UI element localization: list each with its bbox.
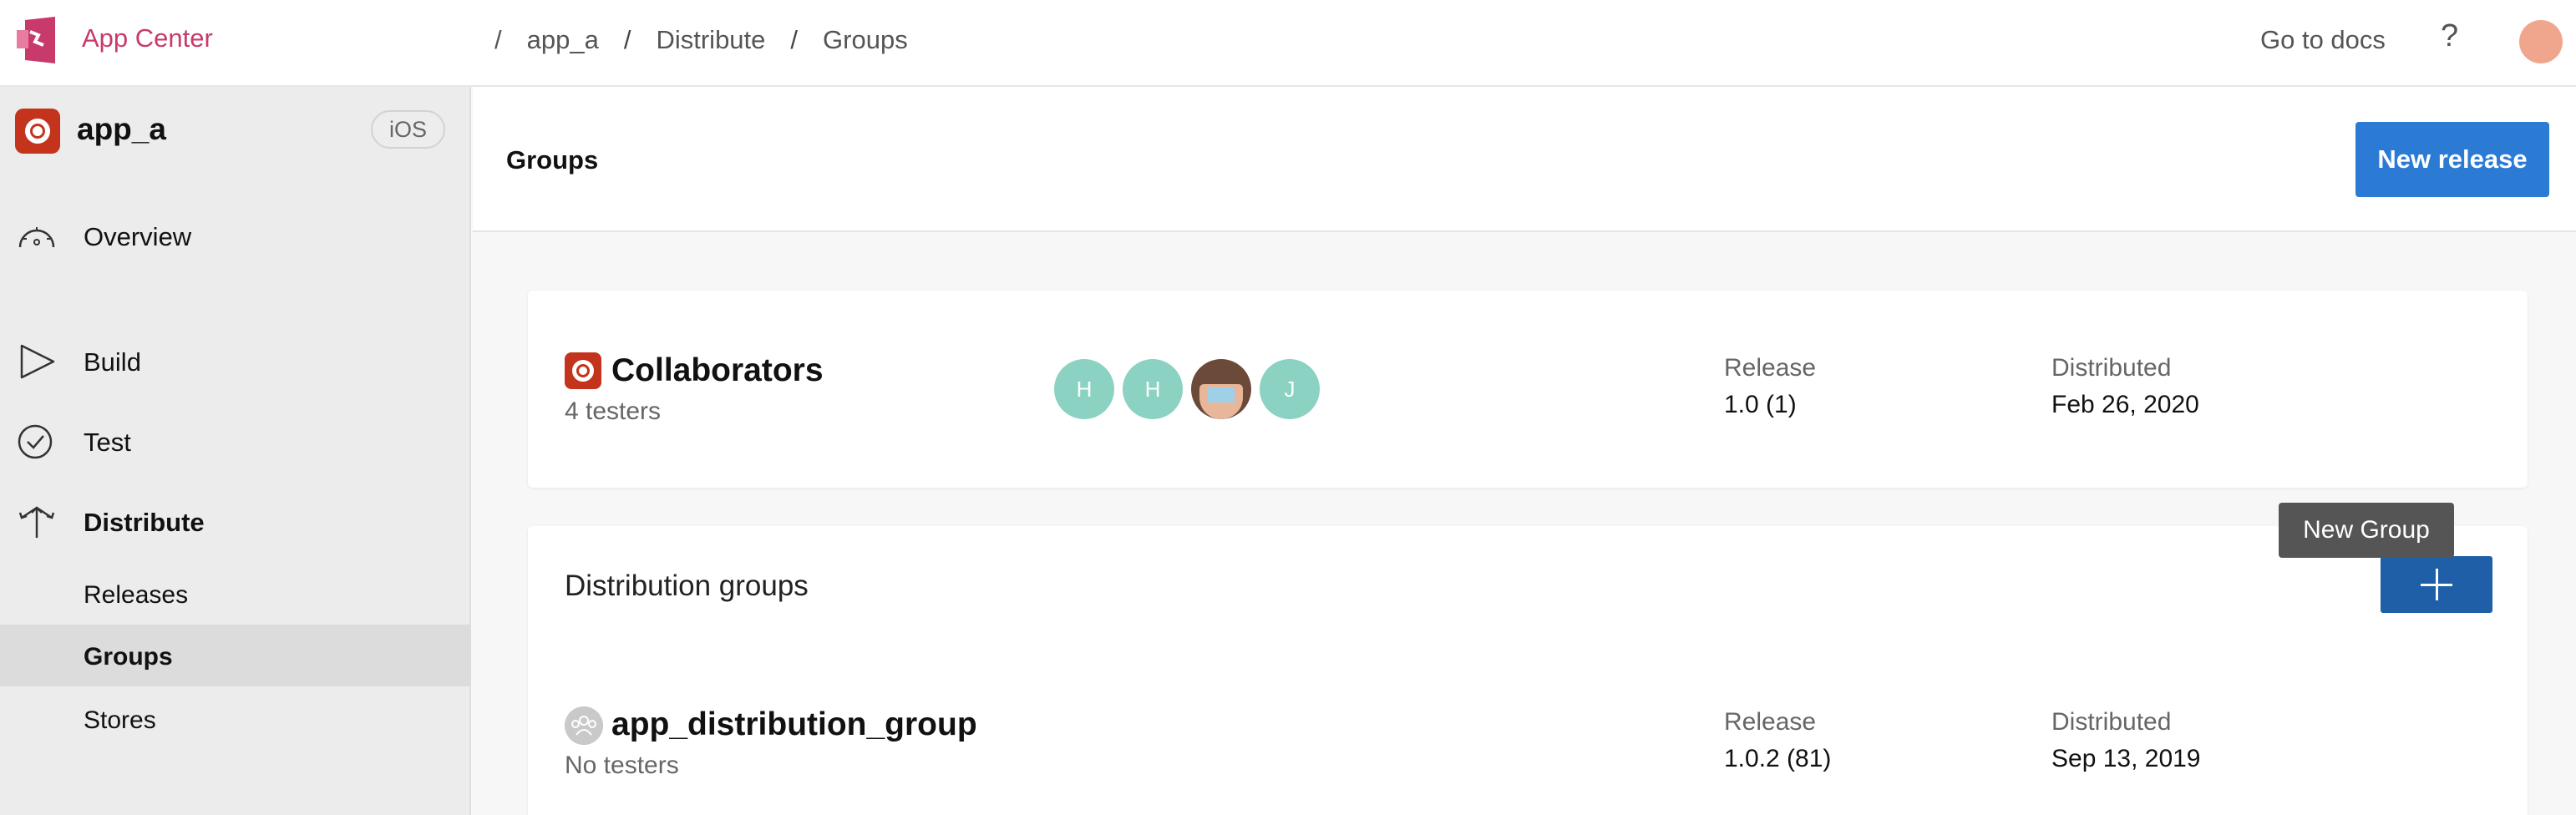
brand-name[interactable]: App Center [82, 23, 213, 53]
help-icon[interactable]: ? [2441, 18, 2458, 54]
top-bar: App Center / app_a / Distribute / Groups… [0, 0, 2576, 87]
sidebar-item-overview[interactable]: Overview [0, 210, 471, 261]
breadcrumb-distribute[interactable]: Distribute [656, 25, 765, 55]
release-label: Release [1724, 708, 1817, 736]
platform-badge: iOS [371, 110, 446, 149]
distributed-label: Distributed [2051, 354, 2172, 382]
app-center-logo-icon[interactable] [13, 13, 67, 67]
page-title: Groups [506, 145, 599, 175]
app-icon [565, 352, 601, 389]
add-group-button[interactable] [2381, 556, 2492, 613]
breadcrumb-separator: / [494, 25, 502, 54]
collaborators-card[interactable]: Collaborators 4 testers H H J Release 1.… [528, 291, 2528, 488]
sidebar-item-distribute[interactable]: Distribute [0, 496, 471, 546]
sidebar-item-label: Test [84, 428, 131, 457]
app-icon [15, 109, 60, 154]
sidebar-item-label: Build [84, 347, 141, 377]
tester-count: 4 testers [565, 397, 662, 425]
tester-count: No testers [565, 752, 679, 779]
sidebar-item-label: Distribute [84, 508, 205, 537]
sidebar-item-label: Releases [84, 581, 189, 609]
app-name[interactable]: app_a [77, 112, 166, 147]
breadcrumb-groups[interactable]: Groups [823, 25, 908, 55]
new-release-button[interactable]: New release [2355, 122, 2549, 197]
distributed-value: Feb 26, 2020 [2051, 391, 2199, 418]
sidebar-item-build[interactable]: Build [0, 336, 471, 386]
distribution-groups-card: Distribution groups app_distribution_gro… [528, 526, 2528, 815]
section-title: Distribution groups [565, 569, 809, 602]
distribute-arrows-icon [18, 506, 55, 538]
avatar[interactable]: H [1054, 359, 1114, 419]
tester-avatars: H H J [1054, 359, 1328, 419]
sidebar-item-groups[interactable]: Groups [0, 625, 471, 686]
release-value: 1.0.2 (81) [1724, 745, 1832, 772]
sidebar-item-test[interactable]: Test [0, 416, 471, 466]
avatar[interactable]: J [1260, 359, 1320, 419]
breadcrumb-separator: / [623, 25, 631, 54]
release-label: Release [1724, 354, 1817, 382]
go-to-docs-link[interactable]: Go to docs [2260, 25, 2386, 55]
sidebar-item-label: Groups [84, 643, 173, 671]
group-name[interactable]: Collaborators [611, 352, 824, 389]
sidebar-item-label: Stores [84, 706, 156, 734]
release-value: 1.0 (1) [1724, 391, 1797, 418]
breadcrumb-separator: / [790, 25, 799, 54]
sidebar-item-label: Overview [84, 222, 192, 251]
new-group-tooltip: New Group [2279, 503, 2454, 558]
sidebar-item-releases[interactable]: Releases [0, 563, 471, 625]
breadcrumb-app[interactable]: app_a [527, 25, 599, 55]
avatar[interactable] [1191, 359, 1251, 419]
distributed-label: Distributed [2051, 708, 2172, 736]
group-name[interactable]: app_distribution_group [611, 706, 977, 743]
avatar[interactable]: H [1123, 359, 1183, 419]
sidebar-item-stores[interactable]: Stores [0, 688, 471, 750]
distributed-value: Sep 13, 2019 [2051, 745, 2201, 772]
play-icon [20, 344, 55, 379]
group-icon [565, 706, 603, 745]
sidebar: app_a iOS Overview Build Test Distribute… [0, 87, 471, 815]
page-header: Groups New release [473, 87, 2576, 232]
user-avatar[interactable] [2519, 20, 2563, 63]
check-circle-icon [18, 424, 53, 459]
gauge-icon [18, 227, 55, 248]
breadcrumb: / app_a / Distribute / Groups [494, 25, 933, 55]
